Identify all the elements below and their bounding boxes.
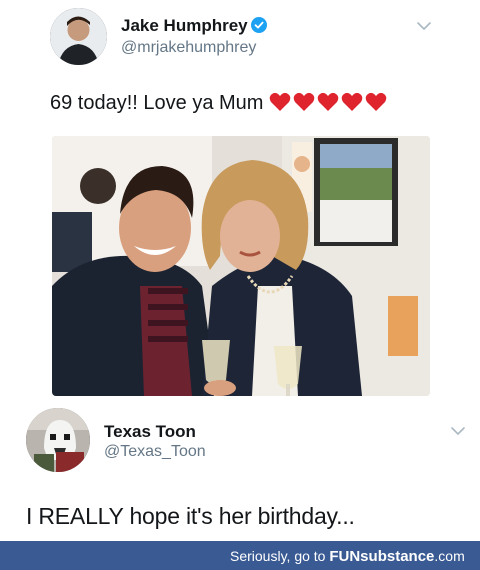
heart-icon [270,92,291,111]
footer-text[interactable]: Seriously, go to FUNsubstance.com [230,548,465,565]
tweet-photo[interactable] [52,136,430,396]
profile-photo-icon [50,8,107,65]
author-name[interactable]: Texas Toon [104,422,196,442]
chevron-down-icon[interactable] [450,425,466,437]
tweet-jake-humphrey: Jake Humphrey @mrjakehumphrey 69 today!!… [0,0,480,400]
tweet-text: I REALLY hope it's her birthday... [26,503,355,529]
chevron-down-icon[interactable] [416,20,432,32]
author-handle[interactable]: @Texas_Toon [104,443,206,461]
selfie-photo-illustration [52,136,430,396]
avatar[interactable] [50,8,107,65]
author-handle[interactable]: @mrjakehumphrey [121,39,256,57]
heart-icon [366,92,387,111]
heart-icon [342,92,363,111]
heart-icon [318,92,339,111]
verified-badge-icon [250,17,267,33]
watermark-footer: Seriously, go to FUNsubstance.com [0,541,480,570]
avatar[interactable] [26,408,90,472]
stormtrooper-avatar-icon [26,408,90,472]
hearts-emoji-group [269,92,387,112]
heart-icon [294,92,315,111]
tweet-text: 69 today!! Love ya Mum [50,92,387,115]
author-name[interactable]: Jake Humphrey [121,16,267,36]
